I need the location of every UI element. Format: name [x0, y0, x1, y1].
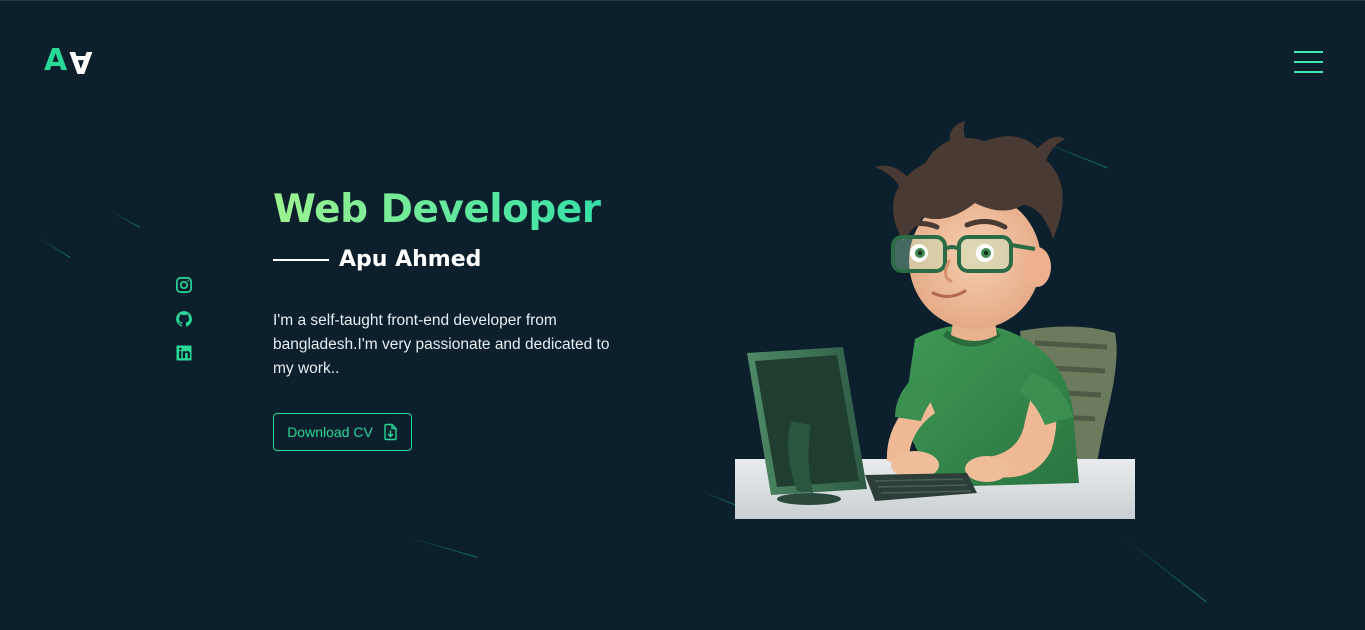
- download-cv-button[interactable]: Download CV: [273, 413, 412, 451]
- decor-streak: [37, 237, 71, 259]
- instagram-icon[interactable]: [175, 276, 193, 294]
- site-logo[interactable]: AA: [44, 43, 95, 79]
- decor-streak: [111, 211, 140, 228]
- logo-letter-inverted: A: [69, 44, 95, 79]
- decor-streak: [701, 491, 740, 507]
- download-cv-label: Download CV: [287, 424, 373, 440]
- hero-name: Apu Ahmed: [339, 247, 482, 272]
- developer-illustration: [735, 121, 1135, 519]
- name-divider-line: [273, 258, 329, 261]
- decor-streak: [1119, 534, 1207, 603]
- hamburger-icon[interactable]: [1294, 51, 1324, 75]
- portfolio-page: AA Web Developer Apu Ahmed I'm a self-ta…: [0, 0, 1365, 630]
- logo-letter: A: [44, 43, 70, 78]
- hero-name-row: Apu Ahmed: [273, 247, 481, 272]
- file-download-icon: [384, 423, 397, 441]
- decor-streak: [404, 536, 478, 558]
- linkedin-icon[interactable]: [175, 344, 193, 362]
- hero-role-title: Web Developer: [273, 187, 601, 232]
- social-links: [175, 276, 193, 378]
- github-icon[interactable]: [175, 310, 193, 328]
- hero-bio: I'm a self-taught front-end developer fr…: [273, 312, 610, 377]
